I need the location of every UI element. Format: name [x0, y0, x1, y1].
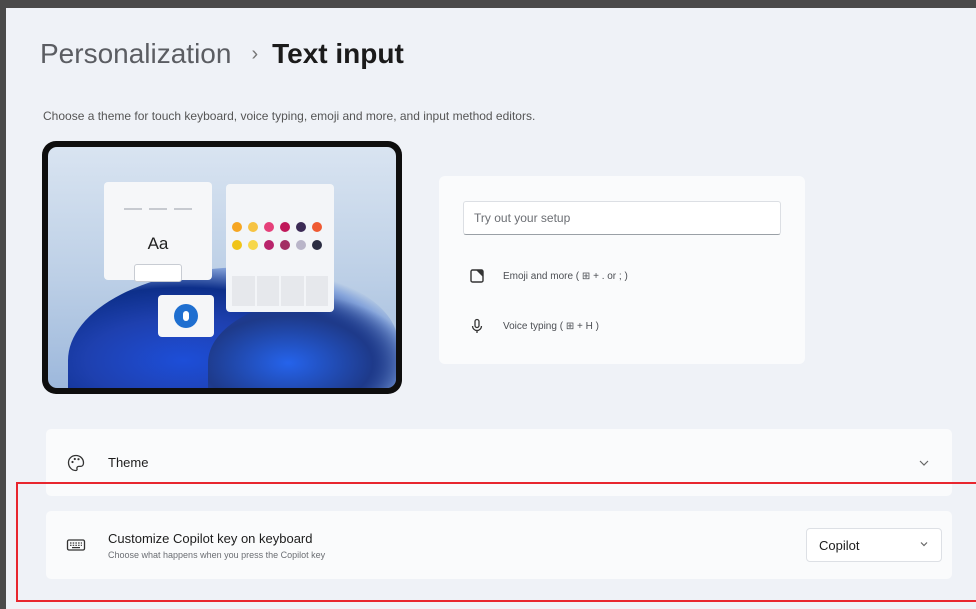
emoji-color-dot	[248, 240, 258, 250]
preview-grid-cell	[256, 276, 279, 306]
emoji-color-dot	[280, 222, 290, 232]
emoji-and-more-link[interactable]: Emoji and more ( ⊞ + . or ; )	[465, 264, 628, 288]
voice-typing-label: Voice typing ( ⊞ + H )	[503, 320, 599, 332]
emoji-panel-icon	[465, 264, 489, 288]
preview-line	[124, 208, 142, 210]
page-title: Text input	[272, 38, 404, 69]
preview-grid-cell	[281, 276, 304, 306]
emoji-color-dot	[264, 222, 274, 232]
emoji-color-dot	[232, 240, 242, 250]
voice-typing-link[interactable]: Voice typing ( ⊞ + H )	[465, 314, 599, 338]
preview-line	[174, 208, 192, 210]
emoji-color-dot	[280, 240, 290, 250]
preview-emoji-card	[226, 184, 334, 312]
preview-line	[149, 208, 167, 210]
theme-preview-image: Aa	[42, 141, 402, 394]
emoji-color-dot	[312, 240, 322, 250]
tryout-input[interactable]	[463, 201, 781, 235]
theme-title: Theme	[108, 455, 149, 470]
palette-icon	[64, 451, 88, 475]
breadcrumb: Personalization › Text input	[40, 38, 404, 70]
emoji-color-dot	[296, 222, 306, 232]
preview-emoji-grid	[232, 276, 328, 306]
preview-grid-cell	[232, 276, 255, 306]
microphone-icon	[174, 304, 198, 328]
breadcrumb-separator-icon: ›	[251, 42, 259, 65]
page-description: Choose a theme for touch keyboard, voice…	[43, 109, 536, 123]
preview-keyboard-card: Aa	[104, 182, 212, 282]
preview-screen: Aa	[48, 147, 396, 388]
emoji-color-dot	[264, 240, 274, 250]
expand-chevron-down-icon[interactable]	[916, 455, 932, 471]
microphone-icon	[465, 314, 489, 338]
emoji-color-dot	[232, 222, 242, 232]
emoji-color-dot	[296, 240, 306, 250]
emoji-color-dot	[248, 222, 258, 232]
preview-keyboard-sample: Aa	[147, 234, 169, 253]
emoji-and-more-label: Emoji and more ( ⊞ + . or ; )	[503, 270, 628, 282]
tryout-panel: Emoji and more ( ⊞ + . or ; ) Voice typi…	[439, 176, 805, 364]
theme-row-text: Theme	[108, 455, 916, 470]
emoji-color-dot	[312, 222, 322, 232]
highlight-box	[16, 482, 976, 602]
preview-grid-cell	[305, 276, 328, 306]
preview-key	[134, 264, 182, 282]
preview-voice-card	[158, 295, 214, 337]
breadcrumb-parent-personalization[interactable]: Personalization	[40, 38, 231, 70]
